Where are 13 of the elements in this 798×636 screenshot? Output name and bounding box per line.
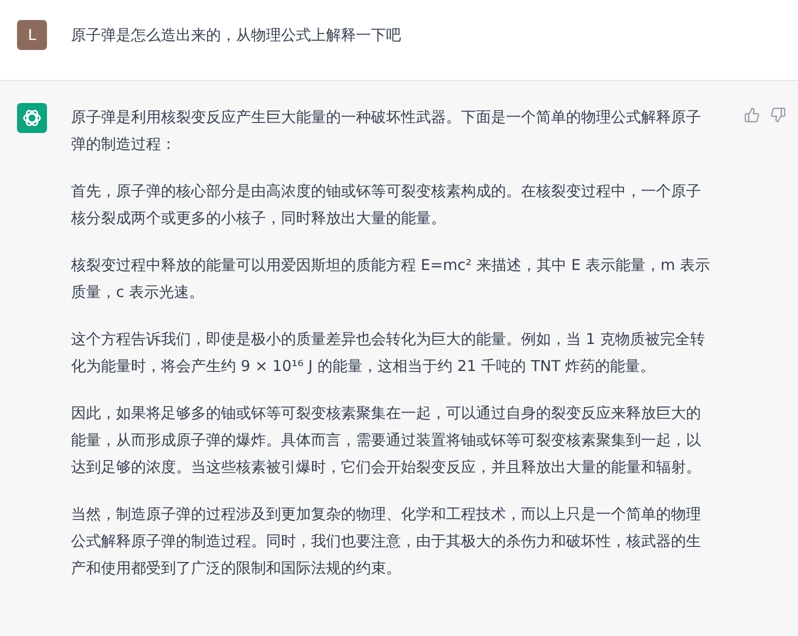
user-message: 原子弹是怎么造出来的，从物理公式上解释一下吧 <box>71 25 401 46</box>
thumbs-down-button[interactable] <box>770 107 786 123</box>
response-paragraph: 首先，原子弹的核心部分是由高浓度的铀或钚等可裂变核素构成的。在核裂变过程中，一个原子核分裂成两个或更多的小核子，同时释放出大量的能量。 <box>71 181 702 229</box>
response-paragraph: 原子弹是利用核裂变反应产生巨大能量的一种破坏性武器。下面是一个简单的物理公式解释原子弹的制造过程： <box>71 107 702 155</box>
response-paragraph: 核裂变过程中释放的能量可以用爱因斯坦的质能方程 E=mc² 来描述，其中 E 表示能量，m 表示质量，c 表示光速。 <box>71 255 711 303</box>
response-paragraph: 这个方程告诉我们，即使是极小的质量差异也会转化为巨大的能量。例如，当 1 克物质被完全转化为能量时，将会产生约 9 × 10¹⁶ J 的能量，这相当于约 21 千吨的 TNT 炸药的能量。 <box>71 329 706 377</box>
response-paragraph: 因此，如果将足够多的铀或钚等可裂变核素聚集在一起，可以通过自身的裂变反应来释放巨大的能量，从而形成原子弹的爆炸。具体而言，需要通过装置将铀或钚等可裂变核素聚集到一起，以达到足够的浓度。当这些核素被引爆时，它们会开始裂变反应，并且释放出大量的能量和辐射。 <box>71 403 702 478</box>
thumbs-up-button[interactable] <box>744 107 760 123</box>
response-paragraph: 当然，制造原子弹的过程涉及到更加复杂的物理、化学和工程技术，而以上只是一个简单的物理公式解释原子弹的制造过程。同时，我们也要注意，由于其极大的杀伤力和破坏性，核武器的生产和使用都受到了广泛的限制和国际法规的约束。 <box>71 504 702 579</box>
thumbs-up-icon <box>744 107 760 123</box>
assistant-avatar-icon <box>17 103 47 133</box>
user-avatar: L <box>17 20 47 50</box>
thumbs-down-icon <box>770 107 786 123</box>
